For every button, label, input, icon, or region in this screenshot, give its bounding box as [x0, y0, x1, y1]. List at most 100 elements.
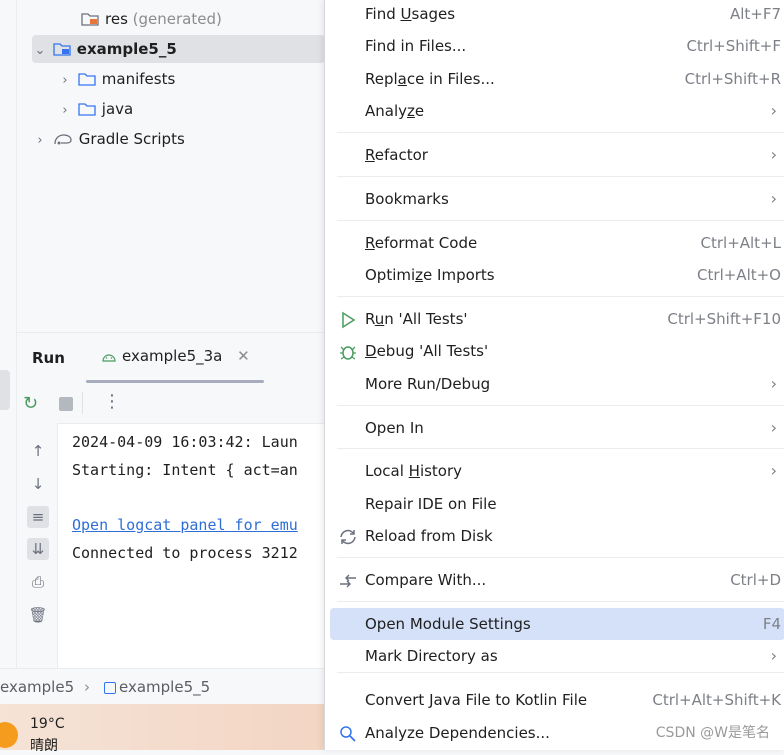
menu-item-run-all-tests[interactable]: Run 'All Tests' Ctrl+Shift+F10 — [330, 303, 784, 335]
menu-item-label: Mark Directory as — [365, 640, 498, 672]
module-folder-icon — [53, 43, 71, 56]
tree-item-res[interactable]: res (generated) — [81, 5, 222, 33]
menu-item-analyze[interactable]: Analyze › — [330, 95, 784, 127]
submenu-arrow-icon: › — [770, 374, 777, 393]
label-part: istory — [419, 462, 463, 480]
trash-icon[interactable]: 🗑 — [27, 604, 49, 626]
left-tool-strip — [0, 0, 17, 668]
menu-item-label: Local History — [365, 455, 462, 487]
menu-item-label: Replace in Files... — [365, 63, 495, 95]
label-part: Find — [365, 5, 401, 23]
chevron-right-icon[interactable]: › — [32, 127, 48, 155]
label-part: Repl — [365, 70, 398, 88]
chevron-down-icon[interactable]: ⌄ — [32, 37, 48, 65]
menu-item-reformat-code[interactable]: Reformat Code Ctrl+Alt+L — [330, 227, 784, 259]
mnemonic: R — [365, 234, 375, 252]
submenu-arrow-icon: › — [770, 189, 777, 208]
menu-item-label: Debug 'All Tests' — [365, 335, 488, 367]
dependencies-icon — [338, 723, 358, 743]
console-line: Starting: Intent { act=an — [72, 461, 298, 479]
label-part: ce in Files... — [406, 70, 495, 88]
chevron-right-icon[interactable]: › — [57, 97, 73, 125]
arrow-down-icon[interactable]: ↓ — [27, 473, 49, 495]
label-part: efactor — [374, 146, 428, 164]
sun-icon[interactable] — [0, 722, 18, 748]
menu-item-convert-java-to-kotlin[interactable]: Convert Java File to Kotlin File Ctrl+Alt… — [330, 684, 784, 716]
label-part: R — [365, 310, 375, 328]
more-options-icon[interactable]: ⋮ — [103, 391, 121, 412]
menu-item-find-usages[interactable]: Find Usages Alt+F7 — [330, 0, 784, 30]
tree-item-label: manifests — [101, 70, 176, 88]
close-icon[interactable]: ✕ — [237, 347, 250, 365]
tree-item-gradle-scripts[interactable]: › Gradle Scripts — [32, 125, 185, 155]
menu-item-find-in-files[interactable]: Find in Files... Ctrl+Shift+F — [330, 30, 784, 62]
menu-item-debug-all-tests[interactable]: Debug 'All Tests' — [330, 335, 784, 367]
menu-item-label: Analyze — [365, 95, 424, 127]
menu-item-replace-in-files[interactable]: Replace in Files... Ctrl+Shift+R — [330, 63, 784, 95]
menu-item-bookmarks[interactable]: Bookmarks › — [330, 183, 784, 215]
breadcrumb-item[interactable]: example5_5 — [119, 669, 210, 705]
reload-icon — [338, 526, 358, 546]
folder-icon — [78, 103, 96, 116]
menu-item-reload-from-disk[interactable]: Reload from Disk — [330, 520, 784, 552]
tree-item-example5_5[interactable]: ⌄ example5_5 — [32, 35, 325, 63]
label-part: Open Module Settings — [365, 615, 531, 633]
logcat-link[interactable]: Open logcat panel for emu — [72, 516, 298, 534]
submenu-arrow-icon: › — [770, 646, 777, 665]
label-part: Compare With... — [365, 571, 487, 589]
watermark: CSDN @W是笔名 — [655, 725, 770, 741]
tree-item-label: Gradle Scripts — [78, 130, 185, 148]
chevron-right-icon[interactable]: › — [57, 67, 73, 95]
menu-item-open-module-settings[interactable]: Open Module Settings F4 — [330, 608, 784, 640]
label-part: n 'All Tests' — [384, 310, 468, 328]
menu-separator — [337, 132, 784, 133]
mnemonic: u — [374, 310, 385, 328]
menu-separator — [337, 176, 784, 177]
menu-item-shortcut: Alt+F7 — [729, 5, 781, 23]
tree-item-manifests[interactable]: › manifests — [57, 65, 175, 93]
tab-example5_3a[interactable]: example5_3a ✕ — [102, 347, 250, 365]
weather-condition: 晴朗 — [30, 738, 58, 754]
menu-item-label: Run 'All Tests' — [365, 303, 468, 335]
print-icon[interactable]: ⎙ — [27, 571, 49, 593]
menu-item-optimize-imports[interactable]: Optimize Imports Ctrl+Alt+O — [330, 259, 784, 291]
weather-temperature: 19°C — [30, 716, 65, 732]
run-header: Run example5_3a ✕ — [17, 333, 325, 383]
label-part: Local — [365, 462, 409, 480]
menu-item-open-in[interactable]: Open In › — [330, 412, 784, 444]
label-part: ebug 'All Tests' — [376, 342, 489, 360]
menu-item-refactor[interactable]: Refactor › — [330, 139, 784, 171]
console-line: 2024-04-09 16:03:42: Laun — [72, 433, 298, 451]
tab-label: example5_3a — [122, 347, 223, 365]
submenu-arrow-icon: › — [770, 418, 777, 437]
rerun-icon[interactable]: ↻ — [23, 393, 38, 414]
menu-separator — [337, 220, 784, 221]
menu-item-label: Refactor — [365, 139, 428, 171]
menu-item-local-history[interactable]: Local History › — [330, 455, 784, 487]
scroll-to-end-icon[interactable]: ⇊ — [27, 538, 49, 560]
menu-item-compare-with[interactable]: Compare With... Ctrl+D — [330, 564, 784, 596]
menu-separator — [337, 296, 784, 297]
mnemonic: H — [408, 462, 420, 480]
label-part: Mark Directory as — [365, 647, 498, 665]
menu-item-label: Analyze Dependencies... — [365, 717, 550, 749]
soft-wrap-icon[interactable]: ≡ — [27, 506, 49, 528]
submenu-arrow-icon: › — [770, 101, 777, 120]
menu-separator — [337, 601, 784, 602]
stop-icon[interactable] — [59, 397, 73, 411]
tree-item-java[interactable]: › java — [57, 95, 133, 123]
menu-item-shortcut: Ctrl+Shift+F — [686, 37, 781, 55]
strip-active-marker[interactable] — [0, 370, 10, 410]
submenu-arrow-icon: › — [770, 145, 777, 164]
menu-item-mark-directory-as[interactable]: Mark Directory as › — [330, 640, 784, 672]
label-part: Bookmarks — [365, 190, 449, 208]
breadcrumb-item[interactable]: example5 — [0, 669, 74, 705]
menu-item-label: Reformat Code — [365, 227, 477, 259]
arrow-up-icon[interactable]: ↑ — [27, 440, 49, 462]
menu-item-more-run-debug[interactable]: More Run/Debug › — [330, 368, 784, 400]
mnemonic: D — [365, 342, 377, 360]
toolbar-divider — [82, 392, 83, 414]
menu-item-shortcut: F4 — [762, 615, 781, 633]
menu-item-label: More Run/Debug — [365, 368, 490, 400]
menu-item-repair-ide-on-file[interactable]: Repair IDE on File — [330, 488, 784, 520]
